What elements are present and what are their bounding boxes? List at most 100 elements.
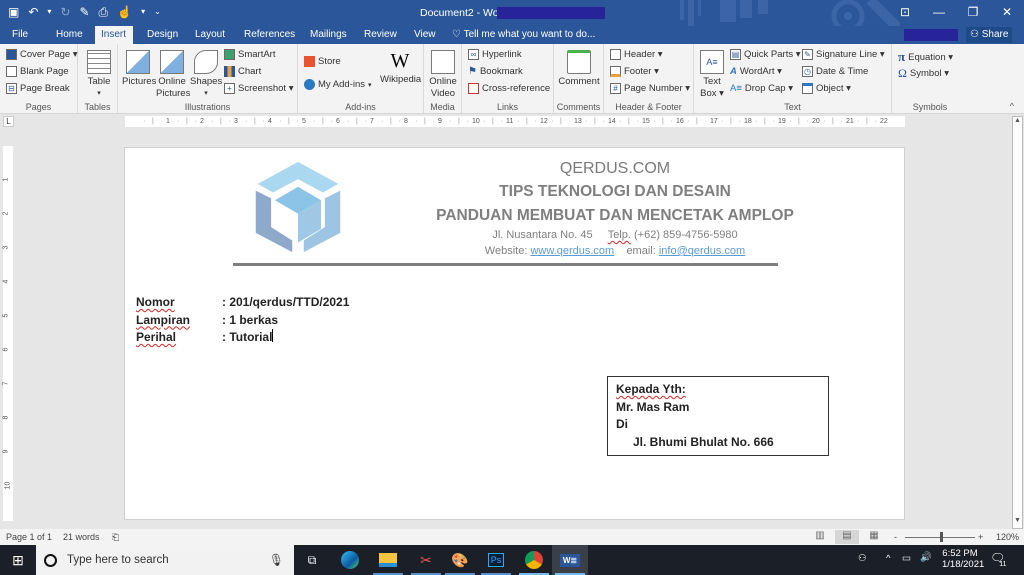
taskbar-snipping-tool[interactable]: ✂ xyxy=(408,545,444,575)
object-button[interactable]: Object ▾ xyxy=(802,83,851,94)
smartart-button[interactable]: SmartArt xyxy=(224,49,275,60)
read-mode-button[interactable]: ▥ xyxy=(808,530,832,544)
website-link[interactable]: www.qerdus.com xyxy=(530,245,614,257)
word-count[interactable]: 21 words xyxy=(63,532,100,542)
people-icon[interactable]: ⚇ xyxy=(858,553,867,564)
screenshot-button[interactable]: + Screenshot ▾ xyxy=(224,83,293,94)
share-button[interactable]: ⚇ Share xyxy=(966,27,1013,43)
date-time-button[interactable]: ◷ Date & Time xyxy=(802,66,868,77)
taskbar-file-explorer[interactable] xyxy=(370,545,406,575)
touch-mode-icon[interactable]: ✎ xyxy=(79,4,89,20)
symbol-button[interactable]: Ω Symbol ▾ xyxy=(898,66,949,81)
vertical-scrollbar[interactable]: ▲ ▼ xyxy=(1012,116,1023,529)
text-box-button[interactable]: A≡ Text Box ▾ xyxy=(698,50,726,100)
task-view-button[interactable]: ⧉ xyxy=(294,545,330,575)
save-icon[interactable]: ▣ xyxy=(8,4,19,20)
taskbar-paint[interactable]: 🎨 xyxy=(442,545,478,575)
shapes-button[interactable]: Shapes ▾ xyxy=(190,50,222,100)
ribbon-display-options-icon[interactable]: ⊡ xyxy=(888,0,922,24)
touch-dropdown-icon[interactable]: ▾ xyxy=(141,4,145,20)
online-pictures-button[interactable]: Online Pictures xyxy=(156,50,190,100)
tab-home[interactable]: Home xyxy=(50,26,89,44)
tab-selector[interactable]: L xyxy=(3,116,14,127)
restore-button[interactable]: ❐ xyxy=(956,0,990,24)
zoom-in-button[interactable]: + xyxy=(978,532,983,542)
tab-review[interactable]: Review xyxy=(358,26,403,44)
web-layout-button[interactable]: ▦ xyxy=(862,530,886,544)
collapse-ribbon-icon[interactable]: ^ xyxy=(1010,101,1014,111)
zoom-out-button[interactable]: - xyxy=(894,532,897,542)
comment-button[interactable]: Comment xyxy=(556,50,602,88)
blank-page-button[interactable]: Blank Page xyxy=(6,66,69,77)
document-page[interactable]: QERDUS.COM TIPS TEKNOLOGI DAN DESAIN PAN… xyxy=(124,147,905,520)
footer-button[interactable]: Footer ▾ xyxy=(610,66,659,77)
table-button[interactable]: Table ▾ xyxy=(86,50,112,100)
bookmark-button[interactable]: ⚑ Bookmark xyxy=(468,66,523,77)
chart-button[interactable]: Chart xyxy=(224,66,261,77)
tab-layout[interactable]: Layout xyxy=(189,26,231,44)
cross-reference-button[interactable]: Cross-reference xyxy=(468,83,550,94)
page-break-button[interactable]: ⊟ Page Break xyxy=(6,83,70,94)
tab-design[interactable]: Design xyxy=(141,26,184,44)
quick-parts-button[interactable]: ▤ Quick Parts ▾ xyxy=(730,49,801,60)
taskbar-photoshop[interactable]: Ps xyxy=(478,545,514,575)
horizontal-ruler[interactable]: 1 · | · 2 · | · 3 · | · 4 · | · 5 · | · 6 · | · 7 · | · 8 · | · 9 · | · 10 · |… xyxy=(125,116,905,127)
undo-icon[interactable]: ↶ xyxy=(28,4,38,20)
tell-me-box[interactable]: ♡ Tell me what you want to do... xyxy=(452,26,595,43)
print-preview-icon[interactable]: ⎙ xyxy=(99,4,109,20)
hyperlink-button[interactable]: ∞ Hyperlink xyxy=(468,49,522,60)
minimize-button[interactable]: — xyxy=(922,0,956,24)
tab-mailings[interactable]: Mailings xyxy=(304,26,353,44)
action-center-icon[interactable]: 🗨11 xyxy=(990,551,1013,568)
redo-icon[interactable]: ↻ xyxy=(60,4,70,20)
pictures-button[interactable]: Pictures xyxy=(122,50,156,88)
wordart-button[interactable]: A WordArt ▾ xyxy=(730,66,782,77)
network-icon[interactable]: ▭ xyxy=(902,553,911,564)
tab-file[interactable]: File xyxy=(6,26,34,44)
taskbar-search[interactable]: Type here to search 🎙 xyxy=(36,545,294,575)
group-label-tables: Tables xyxy=(84,102,111,112)
ruler-tick: · xyxy=(466,118,469,125)
clock[interactable]: 6:52 PM 1/18/2021 xyxy=(942,548,984,570)
email-link[interactable]: info@qerdus.com xyxy=(659,245,745,257)
group-label-pages: Pages xyxy=(25,102,52,112)
touch-icon[interactable]: ☝ xyxy=(117,4,132,20)
close-button[interactable]: ✕ xyxy=(990,0,1024,24)
group-comments: Comment Comments xyxy=(554,44,604,114)
recipient-text-box[interactable]: Kepada Yth: Mr. Mas Ram Di Jl. Bhumi Bhu… xyxy=(607,376,829,456)
cover-page-button[interactable]: Cover Page ▾ xyxy=(6,49,78,60)
equation-button[interactable]: π Equation ▾ xyxy=(898,49,953,65)
customize-qat-icon[interactable]: ⌄ xyxy=(154,4,161,20)
scroll-down-icon[interactable]: ▼ xyxy=(1013,517,1022,528)
letterhead-tagline: TIPS TEKNOLOGI DAN DESAIN xyxy=(499,183,731,200)
page-number-button[interactable]: # Page Number ▾ xyxy=(610,83,690,94)
tab-view[interactable]: View xyxy=(408,26,442,44)
taskbar-chrome[interactable] xyxy=(516,545,552,575)
ribbon-insert: Cover Page ▾ Blank Page ⊟ Page Break Page… xyxy=(0,44,1024,114)
ruler-tick: | xyxy=(458,118,460,125)
vertical-ruler[interactable]: 1 2 3 4 5 6 7 8 9 10 xyxy=(2,146,13,521)
my-addins-button[interactable]: My Add-ins ▾ xyxy=(304,79,372,90)
undo-dropdown-icon[interactable]: ▾ xyxy=(47,4,51,20)
zoom-slider-thumb[interactable] xyxy=(940,532,943,542)
signature-line-button[interactable]: ✎ Signature Line ▾ xyxy=(802,49,885,60)
microphone-icon[interactable]: 🎙 xyxy=(269,553,284,567)
drop-cap-button[interactable]: A≡ Drop Cap ▾ xyxy=(730,83,793,94)
zoom-level[interactable]: 120% xyxy=(996,532,1019,542)
ruler-tick: · xyxy=(432,118,435,125)
show-hidden-icons[interactable]: ^ xyxy=(886,553,890,564)
header-button[interactable]: Header ▾ xyxy=(610,49,663,60)
volume-icon[interactable]: 🔊 xyxy=(920,552,932,563)
print-layout-button[interactable]: ▤ xyxy=(835,530,859,544)
taskbar-edge[interactable] xyxy=(332,545,368,575)
page-count[interactable]: Page 1 of 1 xyxy=(6,532,52,542)
wikipedia-button[interactable]: W Wikipedia xyxy=(380,48,421,86)
start-button[interactable]: ⊞ xyxy=(0,545,36,575)
taskbar-word[interactable]: W≣ xyxy=(552,545,588,575)
tab-insert[interactable]: Insert xyxy=(95,26,133,44)
scroll-up-icon[interactable]: ▲ xyxy=(1013,117,1022,128)
proofing-icon[interactable]: ⎗ xyxy=(112,532,119,543)
online-video-button[interactable]: Online Video xyxy=(428,50,458,100)
store-button[interactable]: Store xyxy=(304,56,341,67)
tab-references[interactable]: References xyxy=(238,26,301,44)
